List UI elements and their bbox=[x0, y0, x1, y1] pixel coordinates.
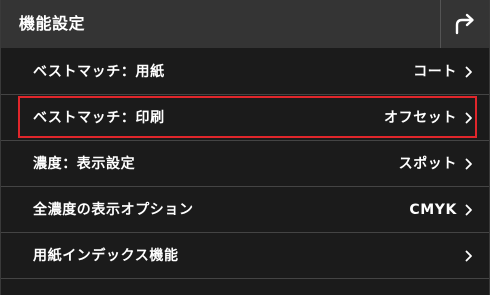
menu-item-density-display[interactable]: 濃度：表示設定 スポット bbox=[1, 141, 489, 187]
menu-item-paper-index[interactable]: 用紙インデックス機能 bbox=[1, 233, 489, 279]
chevron-right-icon bbox=[465, 204, 472, 216]
chevron-right-icon bbox=[465, 112, 472, 124]
menu-item-bestmatch-paper[interactable]: ベストマッチ：用紙 コート bbox=[1, 49, 489, 95]
menu-item-value: オフセット bbox=[384, 110, 457, 126]
chevron-right-icon bbox=[465, 66, 472, 78]
menu-item-label: ベストマッチ：用紙 bbox=[33, 64, 165, 80]
menu-item-bestmatch-print[interactable]: ベストマッチ：印刷 オフセット bbox=[1, 95, 489, 141]
chevron-right-icon bbox=[465, 158, 472, 170]
menu-item-full-density-options[interactable]: 全濃度の表示オプション CMYK bbox=[1, 187, 489, 233]
menu-item-value: CMYK bbox=[409, 202, 457, 218]
back-button[interactable] bbox=[441, 0, 489, 48]
menu-item-label: 全濃度の表示オプション bbox=[33, 202, 194, 218]
page-title: 機能設定 bbox=[19, 14, 86, 33]
menu-item-label: 濃度：表示設定 bbox=[33, 156, 136, 172]
function-settings-screen: 機能設定 ベストマッチ：用紙 コート ベストマッチ：印刷 オフセット 濃度：表示… bbox=[0, 0, 490, 295]
menu-item-value: コート bbox=[413, 64, 457, 80]
settings-list: ベストマッチ：用紙 コート ベストマッチ：印刷 オフセット 濃度：表示設定 スポ… bbox=[1, 49, 489, 279]
header-bar: 機能設定 bbox=[1, 0, 489, 48]
return-arrow-icon bbox=[455, 13, 474, 35]
menu-item-label: 用紙インデックス機能 bbox=[33, 248, 179, 264]
chevron-right-icon bbox=[465, 250, 472, 262]
menu-item-value: スポット bbox=[398, 156, 457, 172]
menu-item-label: ベストマッチ：印刷 bbox=[33, 110, 165, 126]
